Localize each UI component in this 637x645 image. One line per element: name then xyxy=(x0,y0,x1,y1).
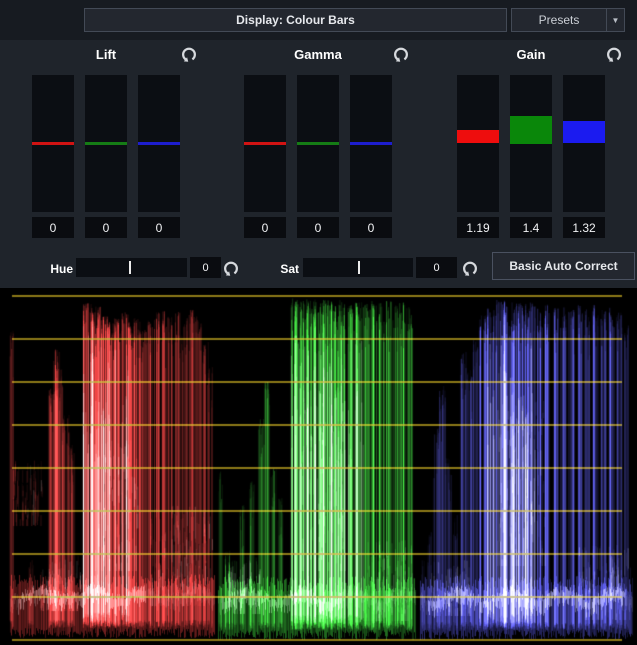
basic-auto-correct-button[interactable]: Basic Auto Correct xyxy=(492,252,635,280)
sat-slider[interactable] xyxy=(303,258,413,277)
sat-value[interactable]: 0 xyxy=(416,257,457,278)
display-mode-button[interactable]: Display: Colour Bars xyxy=(84,8,507,32)
presets-button[interactable]: Presets ▼ xyxy=(511,8,625,32)
hue-label: Hue xyxy=(30,260,73,278)
presets-dropdown-arrow[interactable]: ▼ xyxy=(606,9,624,31)
hue-value[interactable]: 0 xyxy=(190,257,221,278)
lift-green-value[interactable]: 0 xyxy=(85,217,127,238)
gain-reset-icon[interactable] xyxy=(605,45,623,63)
lift-reset-icon[interactable] xyxy=(180,45,198,63)
gamma-green-slider[interactable] xyxy=(297,75,339,212)
gain-red-slider[interactable] xyxy=(457,75,499,212)
rgb-parade-scope xyxy=(0,288,637,645)
basic-auto-correct-label: Basic Auto Correct xyxy=(509,259,617,273)
sat-slider-handle[interactable] xyxy=(358,261,360,274)
lift-red-value[interactable]: 0 xyxy=(32,217,74,238)
gamma-blue-slider[interactable] xyxy=(350,75,392,212)
gamma-red-value[interactable]: 0 xyxy=(244,217,286,238)
chevron-down-icon: ▼ xyxy=(612,16,620,25)
gain-section: Gain 1.19 1.4 1.32 xyxy=(425,40,637,248)
hue-slider[interactable] xyxy=(76,258,187,277)
hue-slider-handle[interactable] xyxy=(129,261,131,274)
lift-section: Lift 0 0 0 xyxy=(0,40,212,248)
colour-correction-panel: Display: Colour Bars Presets ▼ Lift 0 0 … xyxy=(0,0,637,645)
gain-blue-value[interactable]: 1.32 xyxy=(563,217,605,238)
gain-blue-slider[interactable] xyxy=(563,75,605,212)
display-mode-label: Display: Colour Bars xyxy=(236,13,355,27)
top-toolbar: Display: Colour Bars Presets ▼ xyxy=(0,0,637,40)
gamma-reset-icon[interactable] xyxy=(392,45,410,63)
lift-blue-value[interactable]: 0 xyxy=(138,217,180,238)
gamma-blue-value[interactable]: 0 xyxy=(350,217,392,238)
gamma-red-slider[interactable] xyxy=(244,75,286,212)
gain-green-slider[interactable] xyxy=(510,75,552,212)
lift-blue-slider[interactable] xyxy=(138,75,180,212)
gamma-section: Gamma 0 0 0 xyxy=(212,40,424,248)
sat-reset-icon[interactable] xyxy=(461,259,479,277)
presets-label: Presets xyxy=(512,13,606,27)
lift-red-slider[interactable] xyxy=(32,75,74,212)
gamma-green-value[interactable]: 0 xyxy=(297,217,339,238)
sat-label: Sat xyxy=(266,260,299,278)
lift-green-slider[interactable] xyxy=(85,75,127,212)
gain-green-value[interactable]: 1.4 xyxy=(510,217,552,238)
hue-reset-icon[interactable] xyxy=(222,259,240,277)
gain-red-value[interactable]: 1.19 xyxy=(457,217,499,238)
